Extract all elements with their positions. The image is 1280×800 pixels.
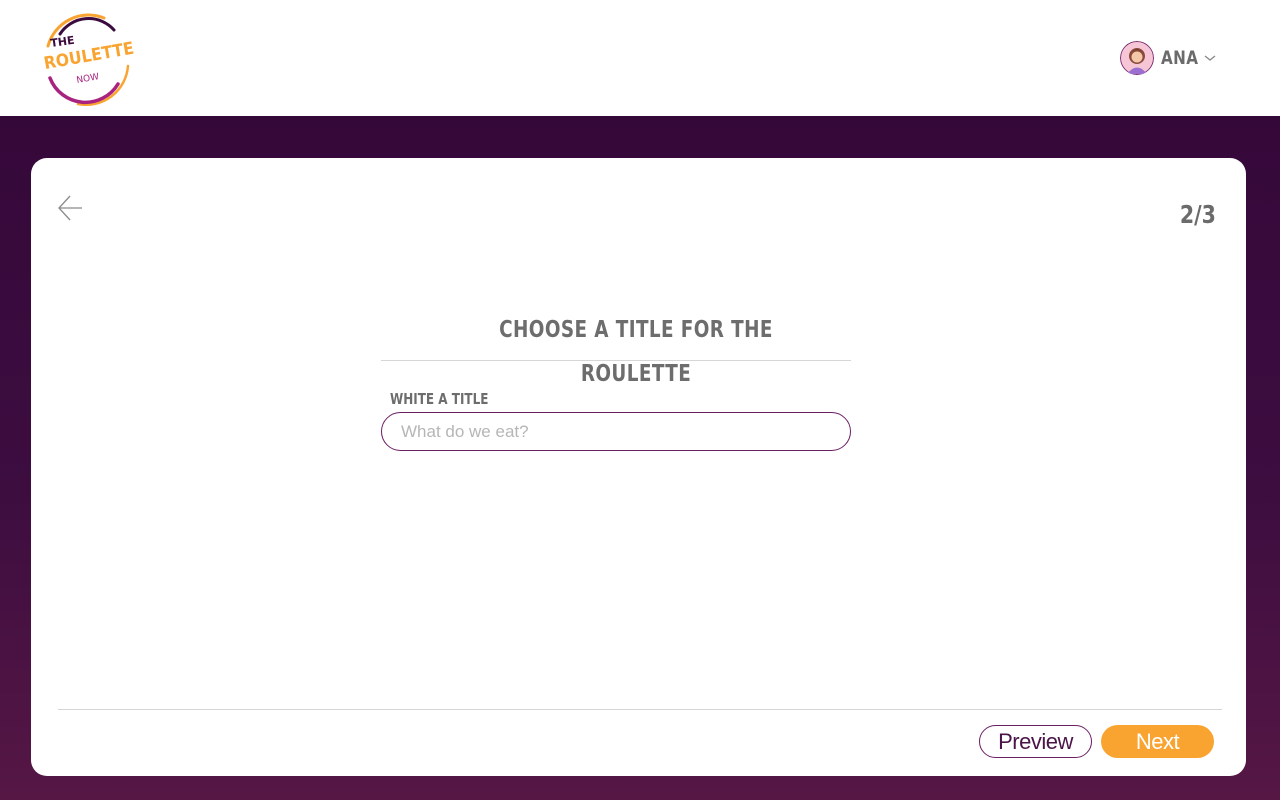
preview-button[interactable]: Preview: [979, 725, 1092, 758]
top-bar: THE ROULETTE NOW ANA: [0, 0, 1280, 116]
svg-text:THE: THE: [50, 34, 76, 50]
step-indicator: 2/3: [1179, 200, 1216, 229]
wizard-card: 2/3 CHOOSE A TITLE FOR THE ROULETTE WHIT…: [31, 158, 1246, 776]
title-section: CHOOSE A TITLE FOR THE ROULETTE WHITE A …: [381, 308, 851, 451]
roulette-now-logo[interactable]: THE ROULETTE NOW: [34, 8, 134, 108]
field-label: WHITE A TITLE: [390, 390, 489, 408]
svg-text:NOW: NOW: [76, 72, 100, 86]
footer-divider: [58, 709, 1222, 710]
next-button[interactable]: Next: [1101, 725, 1214, 758]
chevron-down-icon[interactable]: [1203, 53, 1217, 63]
user-menu[interactable]: ANA: [1120, 40, 1217, 76]
logo-graphic: THE ROULETTE NOW: [42, 13, 134, 106]
section-title: CHOOSE A TITLE FOR THE ROULETTE: [499, 317, 773, 387]
arrow-left-icon[interactable]: [56, 192, 84, 224]
roulette-title-input[interactable]: [381, 412, 851, 451]
avatar-icon[interactable]: [1120, 41, 1154, 75]
user-name[interactable]: ANA: [1161, 47, 1198, 69]
